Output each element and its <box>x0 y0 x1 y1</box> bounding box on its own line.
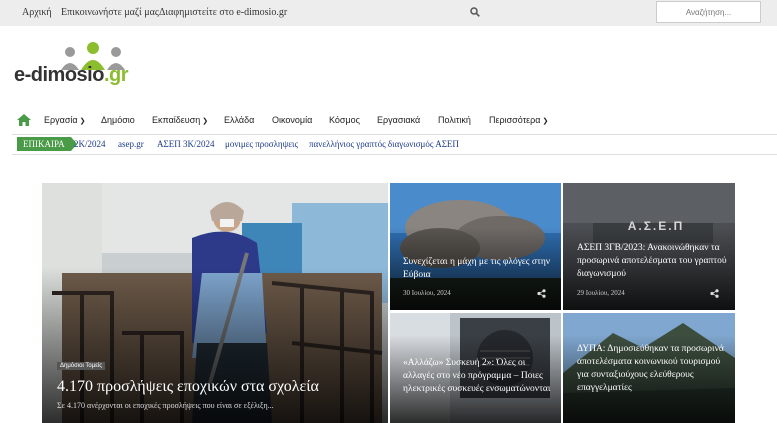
article-card[interactable]: Α.Σ.Ε.Π ΑΣΕΠ 3ΓΒ/2023: Ανακοινώθηκαν τα … <box>563 183 735 310</box>
top-link-advertise[interactable]: Διαφημιστείτε στο e-dimosio.gr <box>159 7 287 18</box>
article-date: 29 Ιουλίου, 2024 <box>577 289 625 297</box>
main-nav: Εργασία ❯ Δημόσιο Εκπαίδευση ❯ Ελλάδα Οικο… <box>0 108 777 134</box>
article-title[interactable]: Συνεχίζεται η μάχη με τις φλόγες στην Εύ… <box>403 256 551 282</box>
share-icon[interactable] <box>710 289 719 298</box>
search-box <box>656 1 761 23</box>
site-logo[interactable]: e-dimosio.gr <box>14 40 164 90</box>
nav-item-politiki[interactable]: Πολιτική <box>438 115 471 125</box>
nav-item-kosmos[interactable]: Κόσμος <box>329 115 360 125</box>
nav-item-dimosio[interactable]: Δημόσιο <box>101 115 135 125</box>
trending-label: ΕΠΙΚΑΙΡΑ <box>17 137 71 151</box>
tag-link[interactable]: ΑΣΕΠ 3Κ/2024 <box>157 139 215 149</box>
nav-item-ellada[interactable]: Ελλάδα <box>224 115 254 125</box>
trending-tags-bar: ΕΠΙΚΑΙΡΑ 2Κ/2024 asep.gr ΑΣΕΠ 3Κ/2024 μο… <box>12 136 777 152</box>
nav-item-perissotera[interactable]: Περισσότερα ❯ <box>489 115 548 125</box>
share-icon[interactable] <box>537 289 546 298</box>
article-title[interactable]: ΑΣΕΠ 3ΓΒ/2023: Ανακοινώθηκαν τα προσωριν… <box>577 242 729 281</box>
article-date: 30 Ιουλίου, 2024 <box>403 289 451 297</box>
logo-text: e-dimosio.gr <box>14 64 129 86</box>
article-excerpt: Σε 4.170 ανέρχονται οι εποχικές προσλήψε… <box>57 401 274 410</box>
top-link-home[interactable]: Αρχική <box>22 7 52 18</box>
tag-link[interactable]: asep.gr <box>118 139 144 149</box>
tag-link[interactable]: πανελλήνιος γραπτός διαγωνισμός ΑΣΕΠ <box>309 139 459 149</box>
nav-item-ekpaideusi[interactable]: Εκπαίδευση ❯ <box>152 115 208 125</box>
article-title[interactable]: «Αλλάζω» Συσκευή 2»: Όλες οι αλλαγές στο… <box>403 357 553 396</box>
article-title[interactable]: ΔΥΠΑ: Δημοσιεύθηκαν τα προσωρινά αποτελέ… <box>577 343 729 395</box>
nav-item-ergasia[interactable]: Εργασία ❯ <box>44 115 85 125</box>
nav-item-oikonomia[interactable]: Οικονομία <box>272 115 312 125</box>
tags-divider <box>12 154 777 155</box>
search-icon[interactable] <box>470 7 480 17</box>
image-overlay <box>42 267 388 423</box>
article-card[interactable]: Συνεχίζεται η μάχη με τις φλόγες στην Εύ… <box>390 183 561 310</box>
top-link-contact[interactable]: Επικοινωνήστε μαζί μας <box>61 7 159 18</box>
article-card[interactable]: ΔΥΠΑ: Δημοσιεύθηκαν τα προσωρινά αποτελέ… <box>563 313 735 423</box>
nav-item-ergasiaka[interactable]: Εργασιακά <box>377 115 420 125</box>
search-input[interactable] <box>657 2 760 23</box>
tag-link[interactable]: 2Κ/2024 <box>74 139 106 149</box>
category-badge[interactable]: Δημόσιοι Τομείς <box>57 362 106 370</box>
article-card[interactable]: «Αλλάζω» Συσκευή 2»: Όλες οι αλλαγές στο… <box>390 313 561 423</box>
nav-divider <box>12 134 777 135</box>
featured-article-main[interactable]: Δημόσιοι Τομείς 4.170 προσλήψεις εποχικώ… <box>42 183 388 423</box>
article-title[interactable]: 4.170 προσλήψεις εποχικών στα σχολεία <box>57 378 319 396</box>
tag-link[interactable]: μονιμες προσληψεις <box>225 139 298 149</box>
top-bar: Αρχική Επικοινωνήστε μαζί μας Διαφημιστε… <box>0 0 777 26</box>
